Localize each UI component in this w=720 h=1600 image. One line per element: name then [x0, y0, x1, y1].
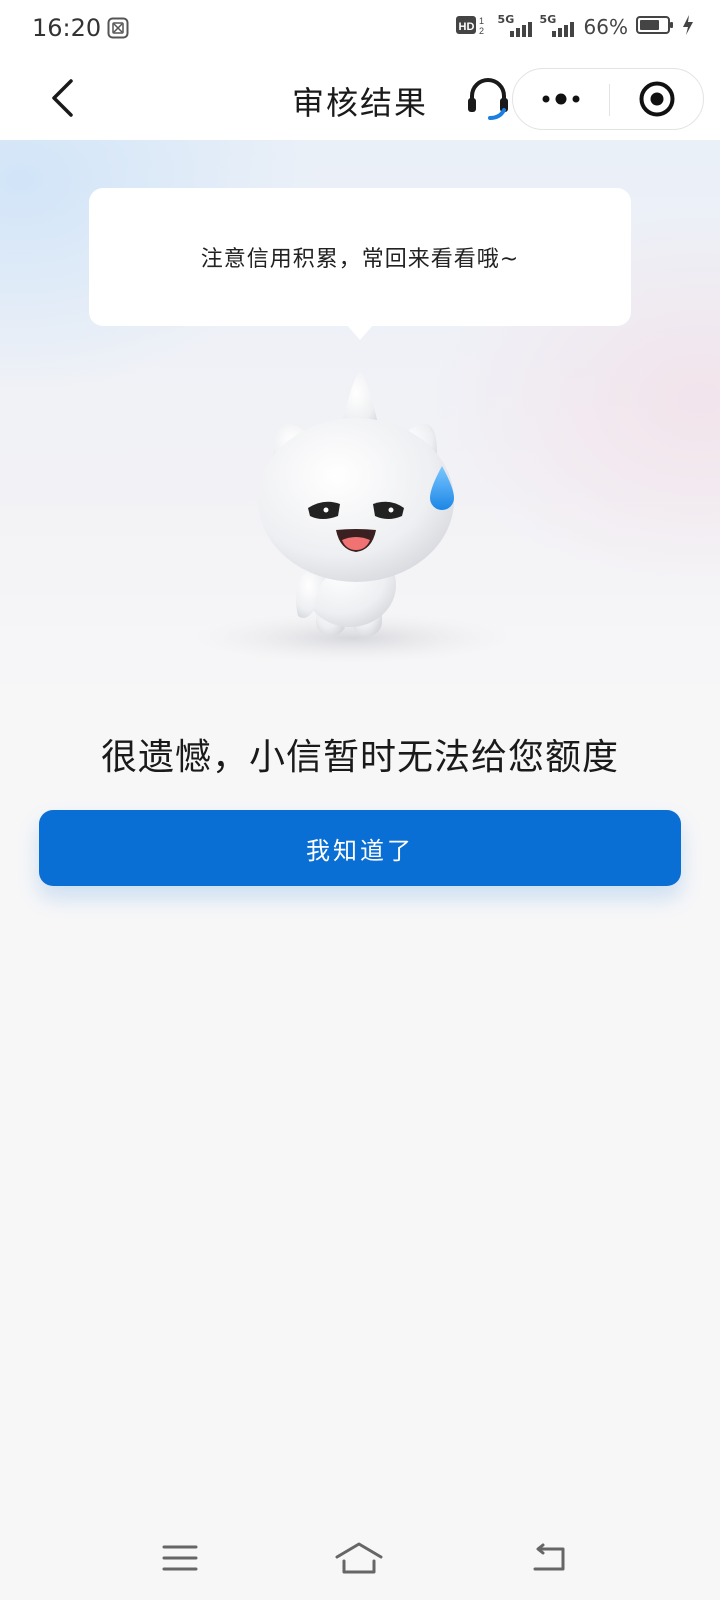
more-icon [542, 93, 580, 105]
nav-bar: 审核结果 [0, 58, 720, 140]
hd-icon: HD 1 2 [455, 14, 490, 40]
svg-text:2: 2 [479, 26, 484, 36]
customer-service-button[interactable] [466, 76, 510, 122]
back-button[interactable] [40, 74, 84, 122]
signal-icon: 5G [498, 13, 532, 39]
status-time: 16:20 [32, 14, 102, 42]
signal-icon: 5G [540, 13, 574, 39]
home-button[interactable] [334, 1538, 384, 1578]
close-mini-program-button[interactable] [610, 69, 704, 129]
back-nav-icon [533, 1543, 565, 1571]
status-indicators: HD 1 2 5G 5G 66% [455, 13, 694, 40]
target-icon [639, 81, 675, 117]
menu-icon [162, 1545, 198, 1571]
speech-bubble: 注意信用积累，常回来看看哦~ [89, 188, 631, 326]
svg-text:HD: HD [458, 21, 474, 33]
status-bar: 16:20 HD 1 2 5G 5G 66% [0, 0, 720, 58]
headset-icon [468, 78, 508, 120]
mascot-illustration [192, 372, 512, 664]
mini-program-capsule [512, 68, 704, 130]
screenshot-notification-icon [107, 17, 129, 39]
more-button[interactable] [513, 69, 609, 129]
menu-button[interactable] [155, 1538, 205, 1578]
back-icon [52, 79, 73, 117]
battery-percent: 66% [583, 15, 628, 39]
page: 16:20 HD 1 2 5G 5G 66% 审核结果 注意信用积累，常回来看看… [0, 0, 720, 1600]
confirm-button[interactable]: 我知道了 [39, 810, 681, 886]
home-icon [335, 1542, 383, 1574]
speech-bubble-tail [346, 324, 374, 340]
back-nav-button[interactable] [524, 1538, 574, 1578]
bubble-text: 注意信用积累，常回来看看哦~ [200, 247, 520, 272]
result-message: 很遗憾，小信暂时无法给您额度 [100, 737, 619, 778]
system-nav-bar [0, 1520, 720, 1600]
charging-icon [682, 14, 694, 40]
battery-icon [636, 14, 674, 40]
hero-area: 注意信用积累，常回来看看哦~ [0, 140, 720, 700]
svg-text:1: 1 [479, 16, 484, 26]
